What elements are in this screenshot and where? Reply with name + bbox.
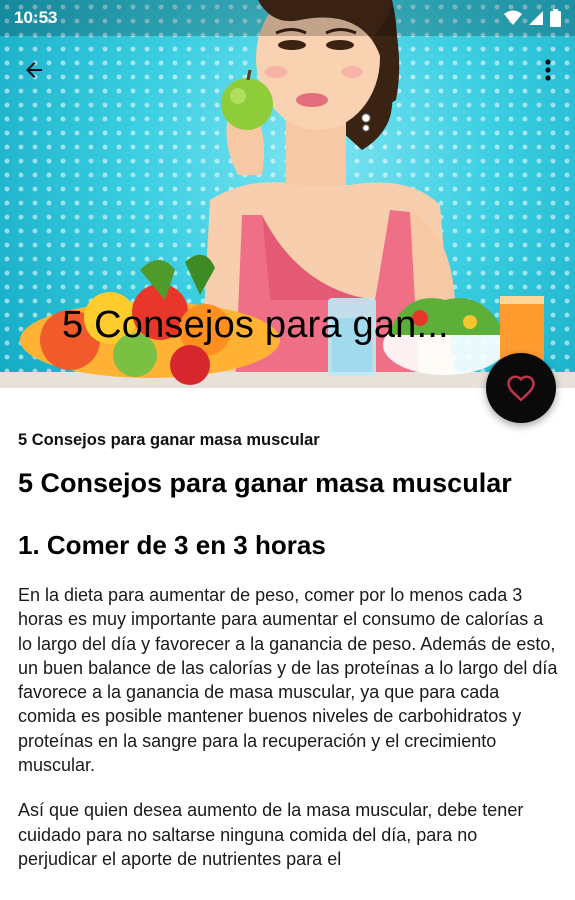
status-time: 10:53 — [14, 8, 58, 27]
article-title: 5 Consejos para ganar masa muscular — [18, 468, 512, 498]
back-button[interactable] — [14, 52, 54, 88]
wifi-icon — [504, 10, 522, 25]
more-vert-icon — [545, 59, 551, 81]
more-options-button[interactable] — [533, 52, 563, 88]
article-body: 5 Consejos para ganar masa muscular 5 Co… — [18, 388, 558, 871]
hero-image: 10:53 5 Consejos para gan... — [0, 0, 575, 388]
section-heading: 1. Comer de 3 en 3 horas — [18, 530, 326, 560]
cell-signal-icon — [529, 11, 543, 25]
breadcrumb: 5 Consejos para ganar masa muscular — [18, 431, 320, 449]
paragraph: Así que quien desea aumento de la masa m… — [18, 800, 524, 869]
app-bar — [0, 46, 575, 92]
arrow-left-icon — [26, 62, 42, 78]
battery-icon — [550, 9, 561, 27]
status-bar: 10:53 — [0, 0, 575, 36]
status-icons — [504, 9, 561, 27]
paragraph: En la dieta para aumentar de peso, comer… — [18, 585, 558, 776]
hero-title: 5 Consejos para gan... — [62, 304, 449, 346]
